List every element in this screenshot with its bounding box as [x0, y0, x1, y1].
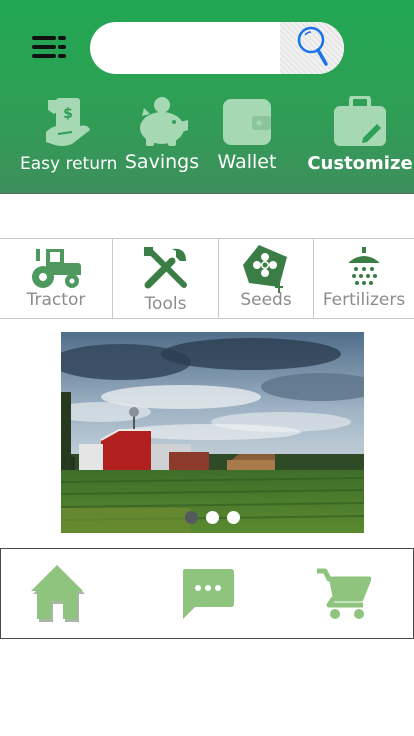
- search-icon: [297, 26, 328, 66]
- customize-button[interactable]: Customize: [306, 96, 414, 186]
- category-tools-label: Tools: [144, 294, 187, 314]
- bottom-nav: [0, 548, 414, 639]
- tools-icon: [143, 247, 187, 289]
- category-bar: Tractor Tools Seeds Fertilizers: [0, 238, 414, 319]
- customize-label: Customize: [307, 153, 413, 174]
- hand-money-icon: $: [46, 98, 90, 146]
- category-fertilizers[interactable]: Fertilizers: [314, 239, 414, 318]
- seeds-icon: [243, 245, 287, 293]
- wallet-icon: [223, 99, 271, 145]
- nav-chat-button[interactable]: [181, 568, 235, 624]
- chat-icon: [183, 569, 234, 619]
- wallet-button[interactable]: Wallet: [212, 96, 282, 186]
- category-tools[interactable]: Tools: [113, 239, 219, 318]
- hamburger-icon: [32, 36, 66, 58]
- search-button[interactable]: [280, 22, 344, 74]
- image-carousel[interactable]: [61, 332, 364, 533]
- tractor-icon: [32, 249, 81, 288]
- briefcase-edit-icon: [334, 96, 386, 146]
- carousel-dots: [61, 511, 364, 524]
- nav-cart-button[interactable]: [315, 567, 372, 625]
- svg-text:$: $: [63, 106, 73, 122]
- category-seeds[interactable]: Seeds: [219, 239, 314, 318]
- cart-icon: [317, 568, 372, 619]
- wallet-label: Wallet: [217, 151, 277, 173]
- piggy-bank-icon: [140, 97, 188, 146]
- category-tractor-label: Tractor: [26, 290, 86, 310]
- app-header: $ Easy return Savings Wallet Customize: [0, 0, 414, 194]
- farm-barn-field-photo: [61, 332, 364, 533]
- menu-button[interactable]: [30, 34, 70, 62]
- home-icon: [31, 565, 85, 622]
- carousel-dot-1[interactable]: [185, 511, 198, 524]
- easy-return-label: Easy return: [20, 154, 118, 174]
- savings-label: Savings: [124, 151, 200, 173]
- nav-home-button[interactable]: [25, 561, 89, 627]
- carousel-dot-3[interactable]: [227, 511, 240, 524]
- category-fertilizers-label: Fertilizers: [322, 290, 406, 310]
- search-bar: [90, 22, 344, 74]
- search-input[interactable]: [90, 22, 286, 74]
- category-tractor[interactable]: Tractor: [0, 239, 113, 318]
- carousel-dot-2[interactable]: [206, 511, 219, 524]
- category-seeds-label: Seeds: [240, 290, 292, 310]
- savings-button[interactable]: Savings: [122, 96, 202, 186]
- fertilizer-shower-icon: [348, 247, 380, 285]
- easy-return-button[interactable]: $ Easy return: [20, 96, 118, 186]
